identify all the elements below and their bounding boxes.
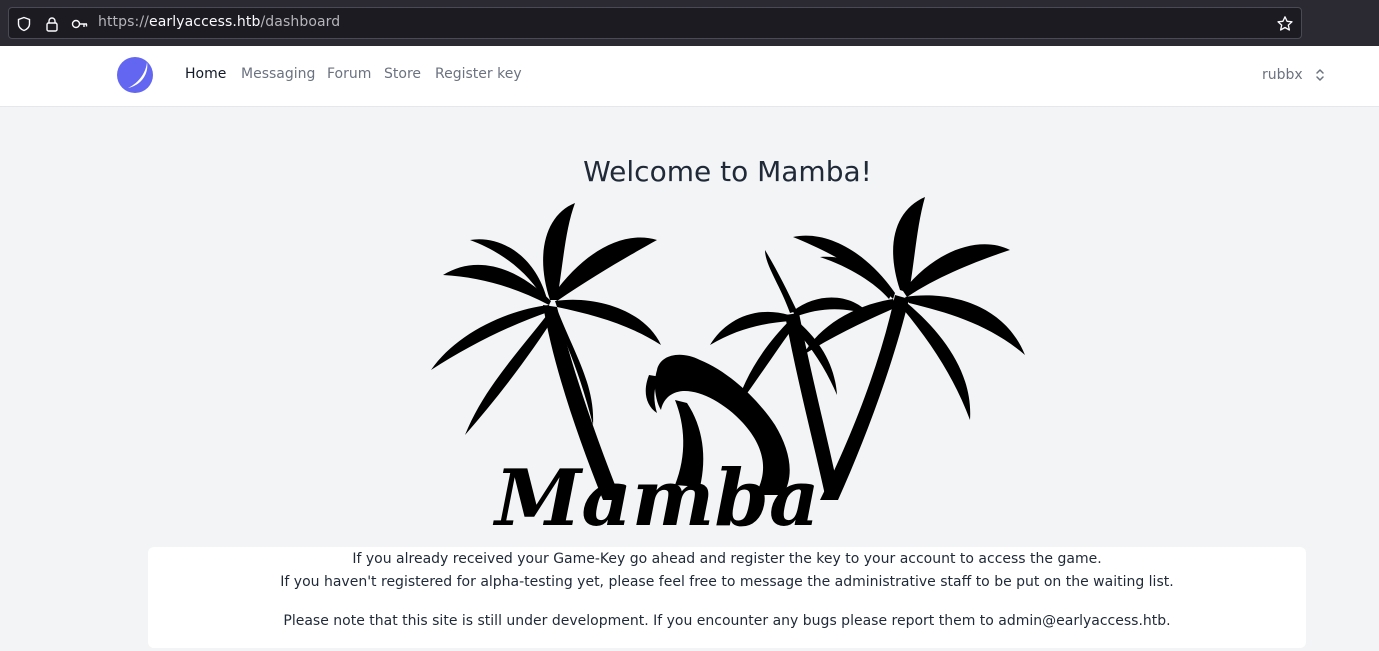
brand-logo-icon[interactable]	[116, 56, 154, 94]
nav-messaging[interactable]: Messaging	[241, 66, 315, 82]
nav-register-key[interactable]: Register key	[435, 66, 522, 82]
key-icon[interactable]	[71, 15, 89, 33]
nav-store[interactable]: Store	[384, 66, 421, 82]
user-menu-button[interactable]: rubbx	[1262, 66, 1325, 84]
chevron-up-down-icon	[1315, 69, 1324, 81]
url-text[interactable]: https://earlyaccess.htb/dashboard	[98, 14, 340, 30]
star-icon[interactable]	[1276, 15, 1294, 33]
nav-home[interactable]: Home	[185, 66, 226, 82]
svg-text:Mamba: Mamba	[492, 453, 820, 535]
info-line-waiting-list: If you haven't registered for alpha-test…	[280, 574, 1174, 590]
nav-forum[interactable]: Forum	[327, 66, 371, 82]
info-line-register: If you already received your Game-Key go…	[352, 551, 1102, 567]
username-label: rubbx	[1262, 67, 1303, 83]
address-bar[interactable]: https://earlyaccess.htb/dashboard	[8, 7, 1302, 39]
browser-toolbar: https://earlyaccess.htb/dashboard	[0, 0, 1379, 46]
lock-icon[interactable]	[43, 15, 61, 33]
top-navbar: Home Messaging Forum Store Register key …	[0, 46, 1379, 107]
info-card: If you already received your Game-Key go…	[148, 547, 1306, 648]
page-title: Welcome to Mamba!	[583, 155, 872, 188]
mamba-logo-image: Mamba	[425, 195, 1030, 544]
shield-icon[interactable]	[15, 15, 33, 33]
info-line-bug-report: Please note that this site is still unde…	[283, 613, 1171, 629]
